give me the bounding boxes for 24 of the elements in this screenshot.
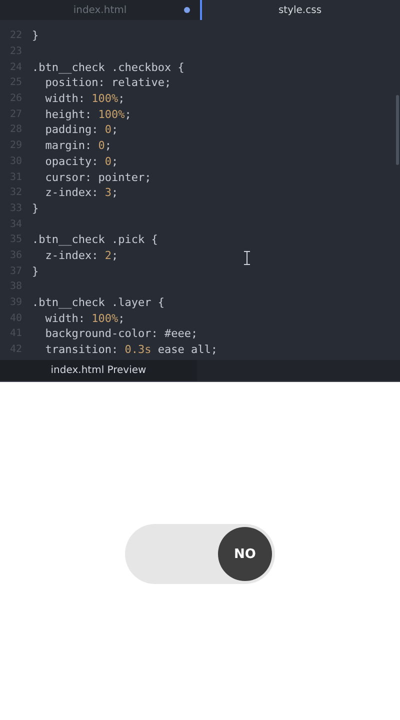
code-line: .btn__check .layer {: [32, 296, 164, 310]
code-line: z-index: 3;: [44, 186, 118, 200]
toggle-knob: NO: [218, 527, 272, 581]
code-line: width: 100%;: [44, 312, 125, 325]
code-line: }: [32, 202, 39, 215]
code-line: cursor: pointer;: [44, 170, 152, 184]
code-line: opacity: 0;: [44, 154, 118, 168]
code-line: .btn__check .pick {: [32, 233, 158, 246]
text-cursor-icon: [244, 251, 250, 265]
code-line: }: [32, 264, 39, 278]
preview-tab[interactable]: index.html Preview: [0, 360, 197, 381]
code-line: position: relative;: [44, 76, 172, 90]
code-line: transition: 0.3s ease all;: [44, 343, 218, 356]
code-line: padding: 0;: [44, 123, 118, 136]
code-line: background-color: #eee;: [44, 327, 198, 340]
code-line: height: 100%;: [44, 108, 132, 121]
code-line: margin: 0;: [44, 139, 112, 152]
file-tab[interactable]: style.css: [200, 0, 400, 20]
code-line: .btn__check .checkbox {: [32, 60, 184, 74]
toggle-switch[interactable]: NO: [125, 524, 275, 584]
scrollbar-thumb[interactable]: [396, 95, 399, 165]
code-line: width: 100%;: [44, 92, 125, 106]
code-line: }: [32, 29, 39, 42]
code-line: z-index: 2;: [44, 248, 118, 262]
